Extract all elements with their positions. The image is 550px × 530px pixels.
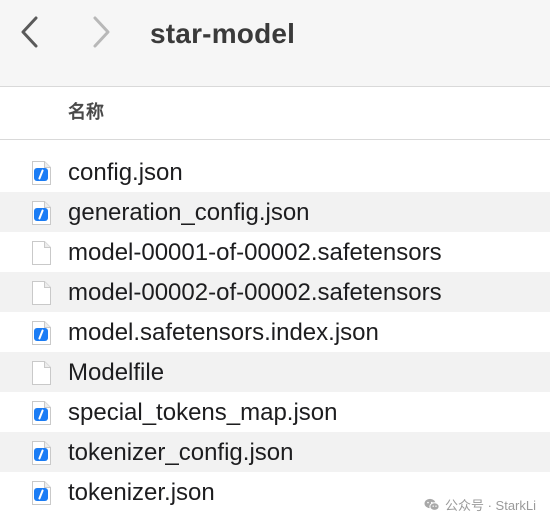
file-row[interactable]: special_tokens_map.json [0,392,550,432]
back-button[interactable] [12,14,48,50]
file-name: model-00001-of-00002.safetensors [68,239,442,266]
json-file-icon [31,160,52,186]
blank-document-icon [31,240,52,266]
file-name: generation_config.json [68,199,310,226]
name-column-header[interactable]: 名称 [68,100,104,124]
window-title: star-model [150,18,296,49]
watermark: 公众号 · StarkLi [424,495,536,514]
file-name: Modelfile [68,359,165,386]
list-column-header: 名称 [0,87,550,140]
finder-toolbar: star-model [0,0,550,87]
blank-document-icon [31,360,52,386]
blank-document-icon [31,280,52,306]
json-file-icon [31,480,52,506]
file-row[interactable]: model-00002-of-00002.safetensors [0,272,550,312]
json-file-icon [31,400,52,426]
chevron-right-icon [93,16,110,48]
file-row[interactable]: generation_config.json [0,192,550,232]
file-name: model.safetensors.index.json [68,319,379,346]
forward-button[interactable] [83,14,119,50]
file-name: special_tokens_map.json [68,399,338,426]
file-row[interactable]: model.safetensors.index.json [0,312,550,352]
file-name: tokenizer_config.json [68,439,294,466]
file-row[interactable]: config.json [0,152,550,192]
json-file-icon [31,320,52,346]
chevron-left-icon [21,16,38,48]
watermark-text: 公众号 · StarkLi [444,498,536,513]
file-name: tokenizer.json [68,479,215,506]
json-file-icon [31,200,52,226]
file-row[interactable]: model-00001-of-00002.safetensors [0,232,550,272]
json-file-icon [31,440,52,466]
wechat-icon [424,498,440,511]
file-row[interactable]: tokenizer_config.json [0,432,550,472]
file-list: config.json generation_config.json model… [0,152,550,512]
file-name: config.json [68,159,183,186]
file-name: model-00002-of-00002.safetensors [68,279,442,306]
file-row[interactable]: Modelfile [0,352,550,392]
